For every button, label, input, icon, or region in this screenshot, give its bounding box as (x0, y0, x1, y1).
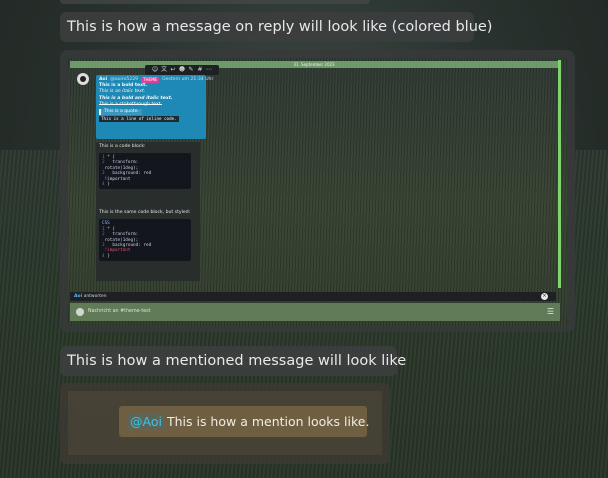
styled-code-block-label: This is the same code block, but styled: (99, 210, 191, 216)
mention-text: This is how a mention looks like. (166, 414, 370, 429)
mentioned-message: @Aoi This is how a mention looks like. (119, 406, 370, 437)
add-attachment-icon[interactable] (76, 308, 84, 316)
reply-target-name: Aoi (74, 294, 83, 299)
edit-icon[interactable]: ✎ (188, 66, 195, 74)
caption-reply: This is how a message on reply will look… (60, 12, 492, 42)
composer-placeholder: Nachricht an #theme-test (88, 309, 151, 314)
code-language-label: CSS (102, 221, 110, 227)
translate-icon[interactable]: 文 (161, 66, 168, 74)
strikethrough-line: This is a strikethrough text. (99, 101, 162, 107)
code-block-plain: 1 * { 2 transform: rotate(1deg); 3 backg… (99, 153, 191, 190)
smiley-icon[interactable]: ☺ (152, 66, 159, 74)
more-icon[interactable]: ⋯ (206, 66, 213, 74)
reply-accent-bar (558, 60, 561, 288)
previous-card-edge (60, 0, 370, 4)
replied-message: Aoi @aoiro5229 THEME Gestern um 21:34 Uh… (96, 75, 213, 139)
date-divider: 31. September 2023 (70, 61, 558, 68)
caption-mention: This is how a mentioned message will loo… (60, 346, 406, 376)
close-icon[interactable]: × (541, 293, 548, 300)
emoji-icon[interactable]: # (197, 66, 204, 74)
reply-bar-text: antworten (83, 294, 107, 299)
message-composer[interactable]: Nachricht an #theme-test ☰ (70, 303, 560, 321)
replying-to-bar: Aoi antworten × (70, 292, 556, 301)
code-block-styled: CSS 1 * { 2 transform: rotate(1deg); 3 b… (99, 219, 191, 262)
code-blocks-card: This is a code block: 1 * { 2 transform:… (96, 142, 200, 281)
mention-tag[interactable]: @Aoi (128, 413, 164, 430)
code-block-label: This is a code block: (99, 144, 146, 149)
reply-preview-screenshot: 31. September 2023 ☺ 文 ↩ ☻ ✎ # ⋯ Aoi @ao… (68, 58, 567, 326)
avatar[interactable] (77, 73, 89, 85)
message-toolbar: ☺ 文 ↩ ☻ ✎ # ⋯ (145, 65, 219, 75)
hamburger-menu-icon[interactable]: ☰ (547, 307, 554, 317)
react-icon[interactable]: ☻ (179, 66, 186, 74)
timestamp: Gestern um 21:34 Uhr (162, 77, 214, 82)
inline-code: This is a line of inline code. (99, 116, 179, 123)
reply-icon[interactable]: ↩ (170, 66, 177, 74)
